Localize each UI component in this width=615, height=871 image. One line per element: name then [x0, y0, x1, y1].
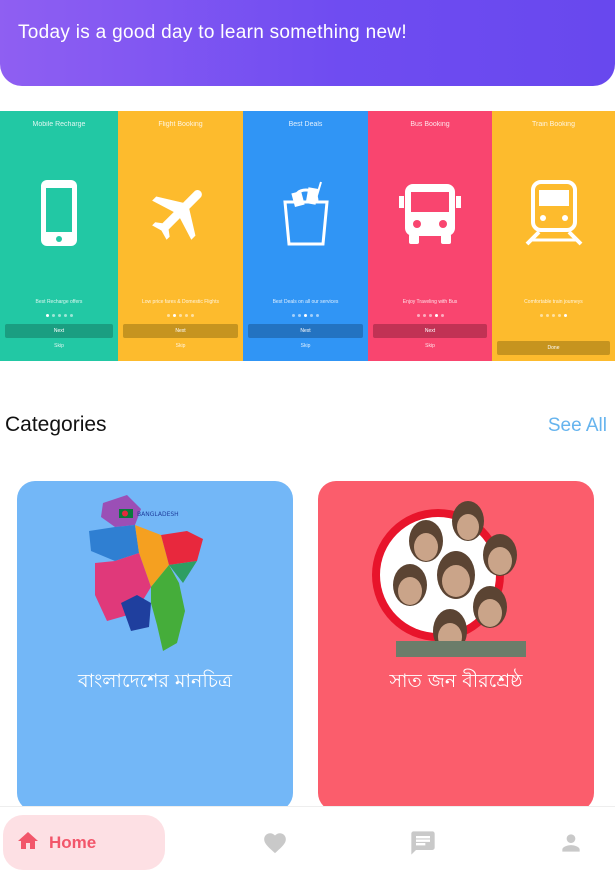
greeting-banner: Today is a good day to learn something n… — [0, 0, 615, 86]
greeting-text: Today is a good day to learn something n… — [18, 22, 407, 43]
promo-card-flight[interactable]: Flight Booking Low price fares & Domesti… — [118, 111, 243, 361]
seven-heroes-portrait-image — [366, 491, 546, 657]
promo-card-title: Flight Booking — [158, 121, 203, 128]
home-icon — [15, 829, 41, 857]
promo-card-title: Best Deals — [288, 121, 323, 128]
promo-card-mobile-recharge[interactable]: Mobile Recharge Best Recharge offers Nex… — [0, 111, 118, 361]
next-button[interactable]: Next — [123, 324, 238, 338]
promo-card-caption: Comfortable train journeys — [524, 299, 583, 305]
smartphone-icon — [23, 177, 95, 249]
bangladesh-map-image: BANGLADESH — [65, 491, 245, 657]
carousel-dots — [0, 314, 118, 317]
promo-card-bus[interactable]: Bus Booking Enjoy Traveling with Bus Nex… — [368, 111, 492, 361]
skip-link[interactable]: Skip — [243, 343, 368, 349]
bottom-navigation: Home — [0, 806, 615, 871]
bus-icon — [394, 177, 466, 249]
profile-icon[interactable] — [556, 829, 586, 857]
promo-card-deals[interactable]: Best Deals Best Deals on all our service… — [243, 111, 368, 361]
promo-card-title: Mobile Recharge — [32, 121, 86, 128]
heart-icon[interactable] — [260, 829, 290, 857]
category-card-seven-heroes[interactable]: সাত জন বীরশ্রেষ্ঠ — [318, 481, 594, 811]
app-screen: Today is a good day to learn something n… — [0, 0, 615, 871]
category-label: বাংলাদেশের মানচিত্র — [78, 670, 232, 692]
promo-carousel[interactable]: Mobile Recharge Best Recharge offers Nex… — [0, 111, 615, 361]
carousel-dots — [368, 314, 492, 317]
train-icon — [518, 177, 590, 249]
next-button[interactable]: Next — [373, 324, 487, 338]
shopping-bag-icon — [270, 177, 342, 249]
promo-card-caption: Enjoy Traveling with Bus — [402, 299, 458, 305]
promo-card-title: Train Booking — [532, 121, 575, 128]
promo-card-caption: Low price fares & Domestic Flights — [142, 299, 219, 305]
promo-card-title: Bus Booking — [410, 121, 450, 128]
done-button[interactable]: Done — [497, 341, 610, 355]
skip-link[interactable]: Skip — [0, 343, 118, 349]
carousel-dots — [118, 314, 243, 317]
promo-card-caption: Best Recharge offers — [35, 299, 83, 305]
carousel-dots — [492, 314, 615, 317]
next-button[interactable]: Next — [248, 324, 363, 338]
carousel-dots — [243, 314, 368, 317]
next-button[interactable]: Next — [5, 324, 113, 338]
category-card-bangladesh-map[interactable]: BANGLADESH বাংলাদেশের মানচিত্র — [17, 481, 293, 811]
categories-title: Categories — [5, 413, 107, 436]
svg-text:BANGLADESH: BANGLADESH — [137, 511, 179, 518]
skip-link[interactable]: Skip — [368, 343, 492, 349]
promo-card-caption: Best Deals on all our services — [272, 299, 339, 305]
airplane-icon — [145, 177, 217, 249]
see-all-link[interactable]: See All — [548, 415, 607, 437]
nav-home-tab[interactable]: Home — [3, 815, 165, 870]
category-label: সাত জন বীরশ্রেষ্ঠ — [389, 670, 523, 692]
chat-icon[interactable] — [408, 829, 438, 857]
nav-home-label: Home — [49, 832, 97, 852]
skip-link[interactable]: Skip — [118, 343, 243, 349]
promo-card-train[interactable]: Train Booking Comfortable train journeys… — [492, 111, 615, 361]
